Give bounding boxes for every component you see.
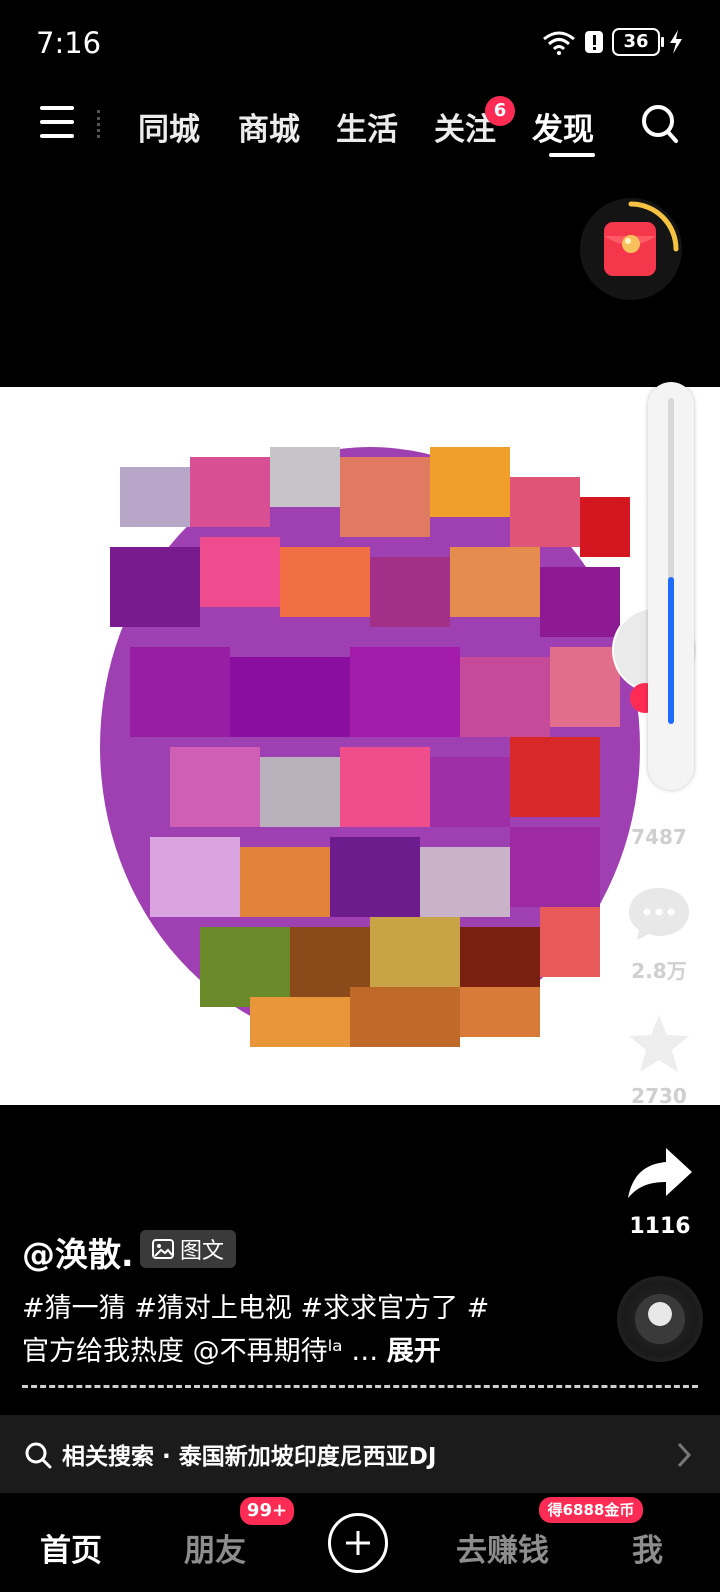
image-progress-indicator: [22, 1385, 698, 1388]
tab-shangcheng[interactable]: 商城: [238, 104, 300, 149]
like-count: 7487: [631, 825, 687, 849]
related-search-bar[interactable]: 相关搜索 · 泰国新加坡印度尼西亚DJ: [0, 1415, 720, 1493]
related-search-label: 相关搜索 · 泰国新加坡印度尼西亚DJ: [62, 1444, 437, 1470]
favorite-star-icon[interactable]: [626, 1012, 692, 1076]
music-disc-button[interactable]: [617, 1276, 703, 1362]
red-packet-icon: [604, 201, 679, 276]
battery-icon: 36: [612, 28, 664, 56]
bottom-nav: 首页 朋友 99+ 去赚钱 得6888金币 我: [0, 1495, 720, 1592]
earn-coins-badge: 得6888金币: [537, 1495, 645, 1525]
create-post-button[interactable]: [328, 1513, 388, 1573]
mosaic-artwork: [100, 447, 640, 1047]
caption-line-2: 官方给我热度 @不再期待ˡᵃ …: [22, 1336, 387, 1367]
caption-line-1: #猜一猜 #猜对上电视 #求求官方了 #: [22, 1293, 490, 1324]
menu-icon[interactable]: [40, 106, 74, 138]
tab-tongcheng[interactable]: 同城: [138, 104, 200, 149]
tab-faxian[interactable]: 发现: [532, 104, 594, 149]
nav-earn[interactable]: 去赚钱: [456, 1525, 549, 1570]
nav-home[interactable]: 首页: [40, 1525, 102, 1570]
volume-slider[interactable]: [648, 382, 694, 790]
comment-icon[interactable]: [625, 884, 693, 944]
status-time: 7:16: [36, 26, 102, 60]
friends-badge: 99+: [238, 1495, 296, 1527]
nav-me[interactable]: 我: [632, 1525, 663, 1570]
nav-friends[interactable]: 朋友: [184, 1525, 246, 1570]
battery-level: 36: [623, 31, 649, 52]
charging-icon: [670, 30, 682, 54]
search-icon[interactable]: [641, 104, 679, 144]
caption-line-2-wrapper: 官方给我热度 @不再期待ˡᵃ … 展开: [22, 1329, 441, 1368]
wifi-icon: [543, 31, 575, 55]
chevron-right-icon: [677, 1442, 692, 1468]
share-icon[interactable]: [626, 1146, 694, 1200]
post-type-label: 图文: [180, 1239, 225, 1264]
status-icons: 36: [542, 28, 684, 56]
share-count: 1116: [629, 1214, 691, 1239]
tab-shenghuo[interactable]: 生活: [336, 104, 398, 149]
volume-fill: [668, 577, 674, 724]
red-packet-button[interactable]: [580, 198, 682, 300]
volume-track: [668, 398, 674, 724]
music-cover-avatar: [635, 1294, 685, 1344]
favorite-count: 2730: [631, 1084, 687, 1108]
follow-badge: 6: [485, 96, 515, 126]
post-image[interactable]: [0, 387, 720, 1105]
active-tab-indicator: [549, 153, 595, 157]
author-name[interactable]: @涣散.: [22, 1228, 134, 1276]
comment-count: 2.8万: [631, 959, 687, 983]
tab-fade-divider: [97, 110, 104, 138]
expand-caption-button[interactable]: 展开: [387, 1336, 441, 1367]
image-text-icon: [152, 1239, 174, 1259]
post-type-badge: 图文: [140, 1230, 237, 1268]
alert-icon: [585, 31, 603, 53]
search-small-icon: [25, 1442, 52, 1469]
